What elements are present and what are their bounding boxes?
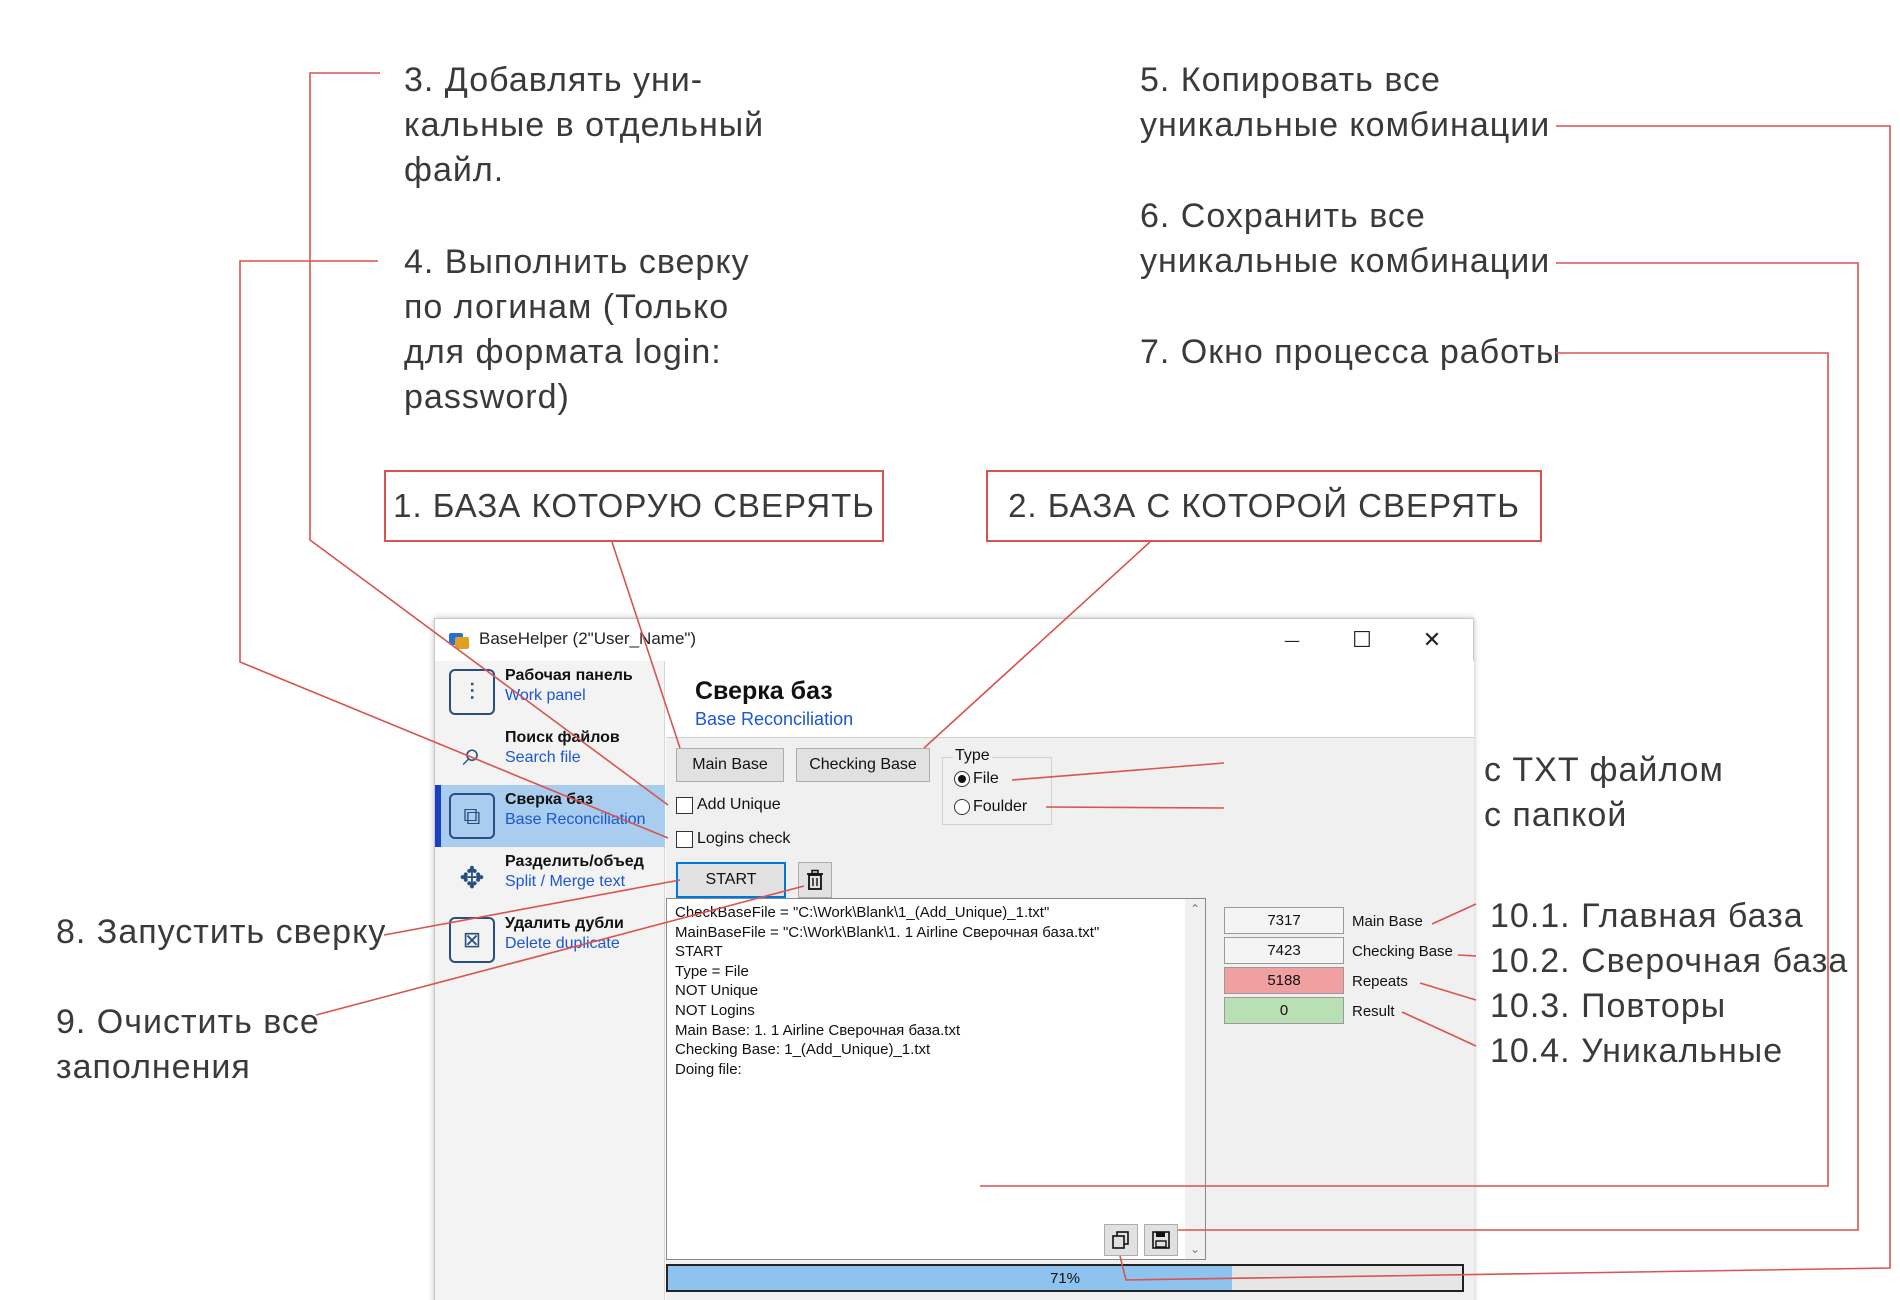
- log-scrollbar[interactable]: ⌃ ⌄: [1185, 899, 1205, 1259]
- sidebar-item-title: Сверка баз: [505, 791, 594, 808]
- puzzle-icon: ✥: [459, 860, 485, 896]
- checking-base-count-label: Checking Base: [1352, 943, 1453, 960]
- maximize-button[interactable]: ☐: [1327, 619, 1397, 661]
- radio-label: File: [973, 770, 999, 787]
- sidebar-item-subtitle: Work panel: [505, 687, 586, 704]
- radio-label: Foulder: [973, 798, 1028, 815]
- main-base-button[interactable]: Main Base: [676, 748, 784, 782]
- note-start: 8. Запустить сверку: [56, 913, 387, 951]
- compare-icon: ⧉: [449, 793, 495, 839]
- logins-check-checkbox[interactable]: Logins check: [676, 830, 790, 848]
- repeats-count-label: Repeats: [1352, 973, 1408, 990]
- add-unique-checkbox[interactable]: Add Unique: [676, 796, 781, 814]
- sidebar-item-title: Поиск файлов: [505, 729, 620, 746]
- sidebar-item-title: Рабочая панель: [505, 667, 633, 684]
- result-count: 0: [1224, 997, 1344, 1024]
- scroll-up-icon[interactable]: ⌃: [1185, 899, 1205, 919]
- sidebar-item-base-reconciliation[interactable]: ⧉ Сверка баз Base Reconciliation: [435, 785, 665, 847]
- note-add-unique: 3. Добавлять уни- кальные в отдельный фа…: [404, 61, 765, 189]
- note-main-count: 10.1. Главная база: [1490, 897, 1804, 935]
- type-file-radio[interactable]: File: [954, 770, 999, 788]
- sidebar-item-subtitle: Base Reconciliation: [505, 811, 646, 828]
- copy-unique-button[interactable]: [1104, 1224, 1138, 1256]
- sidebar: ⫶ Рабочая панель Work panel ⌕ Поиск файл…: [435, 661, 665, 1300]
- note-process-window: 7. Окно процесса работы: [1140, 333, 1562, 371]
- note-logins-check: 4. Выполнить сверку по логинам (Только д…: [404, 243, 750, 416]
- sliders-icon: ⫶: [449, 669, 495, 715]
- checkbox-box: [676, 796, 693, 814]
- save-icon: [1152, 1231, 1170, 1249]
- app-logo-icon: [449, 631, 469, 649]
- note-save-unique: 6. Сохранить все уникальные комбинации: [1140, 197, 1551, 280]
- main-base-count-label: Main Base: [1352, 913, 1423, 930]
- main-base-count: 7317: [1224, 907, 1344, 934]
- page-title: Сверка баз: [695, 677, 833, 705]
- type-group-title: Type: [953, 747, 992, 765]
- sidebar-item-subtitle: Delete duplicate: [505, 935, 620, 952]
- clear-button[interactable]: [798, 862, 832, 898]
- delete-duplicate-icon: ⊠: [449, 917, 495, 963]
- scroll-down-icon[interactable]: ⌄: [1185, 1239, 1205, 1259]
- repeats-count: 5188: [1224, 967, 1344, 994]
- checking-base-count: 7423: [1224, 937, 1344, 964]
- checkbox-label: Logins check: [697, 830, 791, 847]
- sidebar-item-split-merge[interactable]: ✥ Разделить/объед Split / Merge text: [435, 847, 665, 909]
- label-main-base: 1. БАЗА КОТОРУЮ СВЕРЯТЬ: [384, 470, 884, 542]
- type-folder-radio[interactable]: Foulder: [954, 798, 1027, 816]
- sidebar-item-search-file[interactable]: ⌕ Поиск файлов Search file: [435, 723, 665, 785]
- sidebar-item-delete-duplicate[interactable]: ⊠ Удалить дубли Delete duplicate: [435, 909, 665, 971]
- title-bar: BaseHelper (2"User_Name") — ☐ ✕: [435, 619, 1473, 661]
- window-title: BaseHelper (2"User_Name"): [479, 629, 697, 648]
- progress-bar: 71%: [666, 1264, 1464, 1292]
- note-repeats-count: 10.3. Повторы: [1490, 987, 1727, 1025]
- minimize-button[interactable]: —: [1257, 619, 1327, 661]
- process-log[interactable]: CheckBaseFile = "C:\Work\Blank\1_(Add_Un…: [666, 898, 1206, 1260]
- note-clear: 9. Очистить все заполнения: [56, 1003, 320, 1086]
- save-unique-button[interactable]: [1144, 1224, 1178, 1256]
- start-button[interactable]: START: [676, 862, 786, 898]
- page-subtitle: Base Reconciliation: [695, 709, 854, 729]
- sidebar-item-title: Разделить/объед: [505, 853, 644, 870]
- note-copy-unique: 5. Копировать все уникальные комбинации: [1140, 61, 1551, 144]
- progress-label: 71%: [1049, 1269, 1081, 1287]
- result-count-label: Result: [1352, 1003, 1395, 1020]
- checkbox-box: [676, 830, 693, 848]
- sidebar-item-title: Удалить дубли: [505, 915, 624, 932]
- magnifier-icon: ⌕: [462, 734, 482, 774]
- checkbox-label: Add Unique: [697, 796, 781, 813]
- sidebar-item-work-panel[interactable]: ⫶ Рабочая панель Work panel: [435, 661, 665, 723]
- radio-selected-icon: [954, 771, 970, 787]
- checking-base-button[interactable]: Checking Base: [796, 748, 930, 782]
- note-checking-count: 10.2. Сверочная база: [1490, 942, 1849, 980]
- note-result-count: 10.4. Уникальные: [1490, 1032, 1784, 1070]
- trash-icon: [807, 869, 823, 890]
- copy-icon: [1112, 1231, 1129, 1249]
- sidebar-item-subtitle: Split / Merge text: [505, 873, 626, 890]
- radio-empty-icon: [954, 799, 970, 815]
- close-button[interactable]: ✕: [1397, 619, 1467, 661]
- sidebar-item-subtitle: Search file: [505, 749, 581, 766]
- label-checking-base: 2. БАЗА С КОТОРОЙ СВЕРЯТЬ: [986, 470, 1542, 542]
